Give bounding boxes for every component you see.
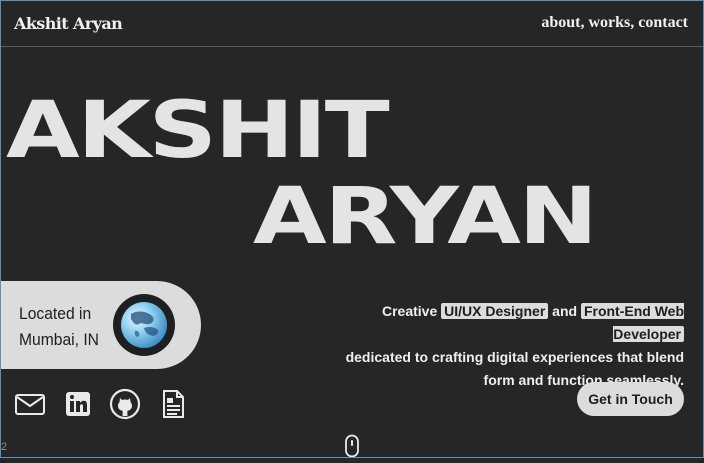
location-line-2: Mumbai, IN (19, 330, 99, 349)
nav-about[interactable]: about (541, 14, 580, 31)
hero-first-name: AKSHIT (6, 86, 390, 176)
nav-contact[interactable]: contact (638, 14, 688, 31)
logo[interactable]: Akshit Aryan (14, 14, 123, 33)
mail-icon[interactable] (14, 388, 46, 420)
page-number: 2 (1, 441, 8, 453)
nav-works[interactable]: works (588, 14, 630, 31)
location-card: Located in Mumbai, IN (0, 281, 201, 369)
tagline-middle: and (548, 303, 581, 319)
globe-badge (113, 294, 175, 356)
linkedin-icon[interactable] (62, 388, 94, 420)
location-text: Located in Mumbai, IN (19, 301, 99, 353)
resume-icon[interactable] (157, 388, 189, 420)
tagline-prefix: Creative (381, 303, 442, 319)
mouse-scroll-icon (344, 434, 360, 463)
github-icon[interactable] (109, 388, 141, 420)
location-line-1: Located in (19, 304, 92, 323)
main-nav: about, works, contact (541, 14, 688, 32)
get-in-touch-button[interactable]: Get in Touch (577, 382, 684, 416)
tagline: Creative UI/UX Designer and Front-End We… (334, 300, 684, 392)
site-header: Akshit Aryan about, works, contact (0, 0, 704, 47)
highlight-uiux: UI/UX Designer (441, 303, 549, 319)
globe-icon (121, 302, 167, 348)
hero-last-name: ARYAN (253, 172, 598, 262)
highlight-frontend: Front-End Web Developer (580, 303, 684, 342)
